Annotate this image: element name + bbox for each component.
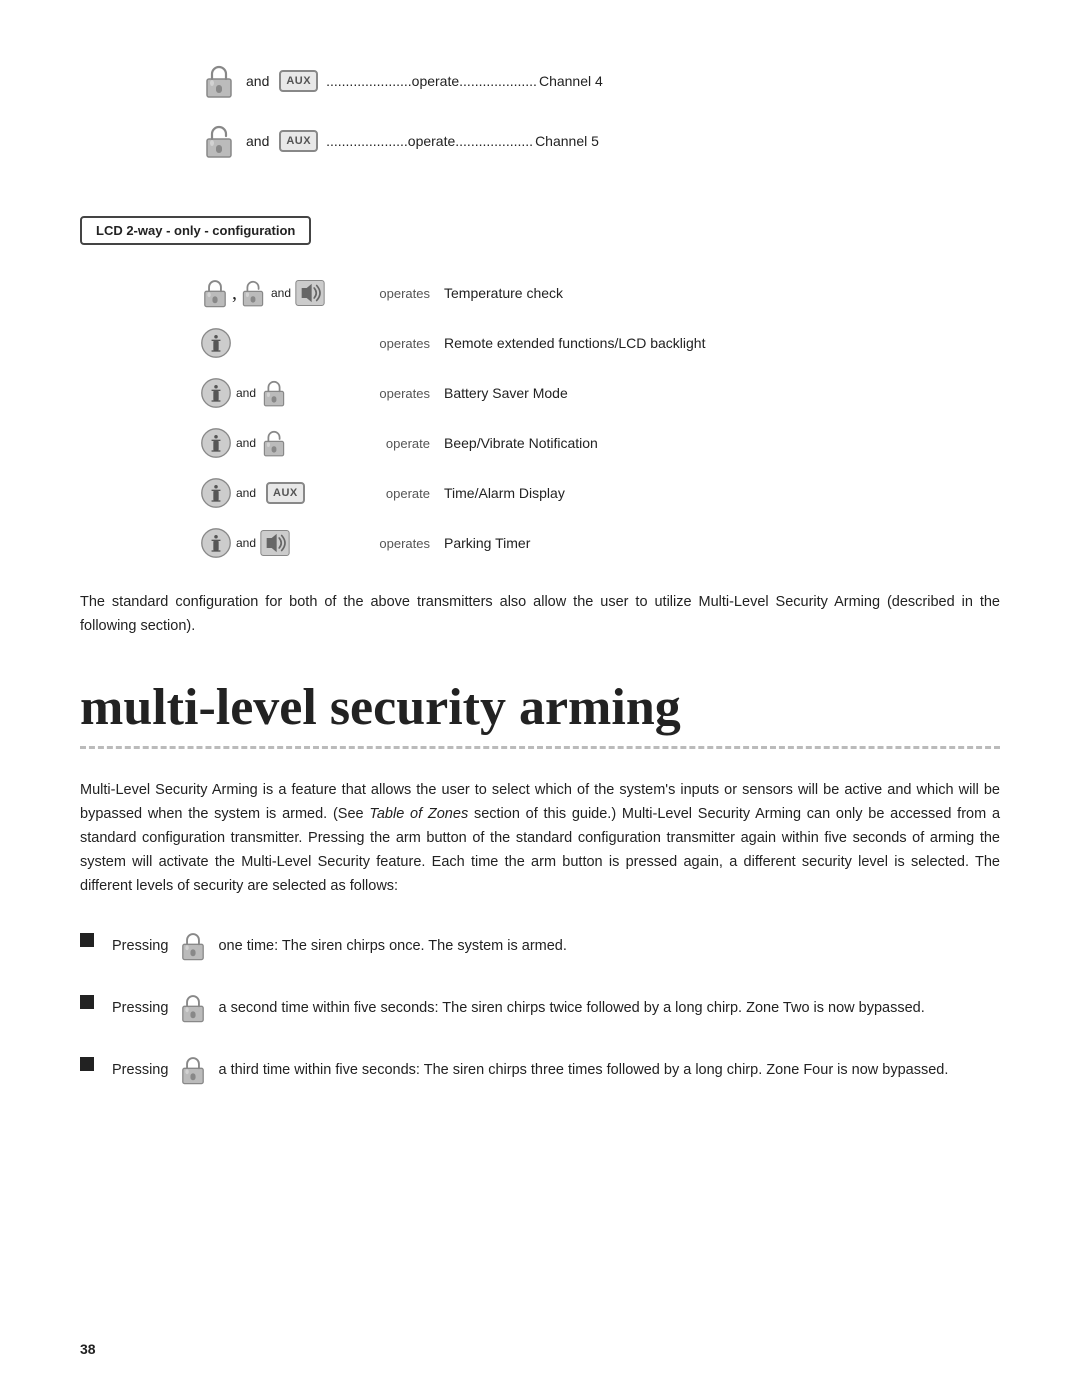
config-label-1: operates bbox=[360, 286, 430, 301]
config-table: , and operates Temperature check bbox=[200, 275, 1000, 561]
config-desc-3: Battery Saver Mode bbox=[444, 385, 568, 401]
config-desc-1: Temperature check bbox=[444, 285, 563, 301]
lock-open-icon bbox=[200, 120, 238, 162]
bullet-square-1 bbox=[80, 933, 94, 947]
config-row-3: and operates Battery Saver Mode bbox=[200, 375, 1000, 411]
config-row-2: operates Remote extended functions/LCD b… bbox=[200, 325, 1000, 361]
lock-open-icon-1 bbox=[239, 277, 267, 309]
lock-bullet-2 bbox=[178, 991, 208, 1025]
config-icons-3: and bbox=[200, 377, 360, 409]
comma-1: , bbox=[232, 282, 237, 305]
and-label-5: and bbox=[246, 133, 269, 149]
dots-5: .....................operate............… bbox=[326, 133, 533, 149]
and-label-row6: and bbox=[236, 536, 256, 550]
pressing-label-2: Pressing bbox=[112, 999, 172, 1015]
config-desc-2: Remote extended functions/LCD backlight bbox=[444, 335, 705, 351]
channel-4-label: Channel 4 bbox=[539, 73, 603, 89]
speaker-icon-6 bbox=[260, 529, 290, 557]
circle-info-icon-2 bbox=[200, 327, 232, 359]
config-icons-2 bbox=[200, 327, 360, 359]
lock-closed-icon-3 bbox=[260, 377, 288, 409]
body-text-2: Multi-Level Security Arming is a feature… bbox=[80, 779, 1000, 899]
circle-info-icon-4 bbox=[200, 427, 232, 459]
bullet-text-1: one time: The siren chirps once. The sys… bbox=[218, 937, 566, 953]
config-label-2: operates bbox=[360, 336, 430, 351]
bullet-content-3: Pressing a third time within five second… bbox=[112, 1053, 1000, 1087]
config-label-5: operate bbox=[360, 486, 430, 501]
config-row-1: , and operates Temperature check bbox=[200, 275, 1000, 311]
bullet-text-3: a third time within five seconds: The si… bbox=[218, 1061, 948, 1077]
lock-closed-icon-1 bbox=[200, 276, 230, 310]
channel-row-4: and AUX ......................operate...… bbox=[200, 60, 1000, 102]
config-desc-4: Beep/Vibrate Notification bbox=[444, 435, 598, 451]
page-content: and AUX ......................operate...… bbox=[80, 60, 1000, 1087]
bullet-list: Pressing one time: The siren chirps once… bbox=[80, 929, 1000, 1087]
config-row-4: and operate Beep/Vibrate Notification bbox=[200, 425, 1000, 461]
channel-rows: and AUX ......................operate...… bbox=[200, 60, 1000, 162]
channel-5-label: Channel 5 bbox=[535, 133, 599, 149]
config-icons-1: , and bbox=[200, 276, 360, 310]
aux-badge-row5: AUX bbox=[266, 482, 305, 504]
pressing-label-1: Pressing bbox=[112, 937, 172, 953]
bullet-item-1: Pressing one time: The siren chirps once… bbox=[80, 929, 1000, 963]
config-icons-5: and AUX bbox=[200, 477, 360, 509]
channel-row-5: and AUX .....................operate....… bbox=[200, 120, 1000, 162]
speaker-icon-1 bbox=[295, 279, 325, 307]
config-label-3: operates bbox=[360, 386, 430, 401]
and-label-row3: and bbox=[236, 386, 256, 400]
and-label-row5: and bbox=[236, 486, 256, 500]
aux-badge-4: AUX bbox=[279, 70, 318, 92]
config-desc-6: Parking Timer bbox=[444, 535, 530, 551]
config-label-4: operate bbox=[360, 436, 430, 451]
lock-bullet-1 bbox=[178, 929, 208, 963]
bullet-content-2: Pressing a second time within five secon… bbox=[112, 991, 1000, 1025]
and-label-4: and bbox=[246, 73, 269, 89]
circle-info-icon-3 bbox=[200, 377, 232, 409]
circle-info-icon-5 bbox=[200, 477, 232, 509]
body-text-1: The standard configuration for both of t… bbox=[80, 591, 1000, 639]
aux-badge-5: AUX bbox=[279, 130, 318, 152]
config-icons-4: and bbox=[200, 427, 360, 459]
bullet-square-3 bbox=[80, 1057, 94, 1071]
config-icons-6: and bbox=[200, 527, 360, 559]
lock-bullet-3 bbox=[178, 1053, 208, 1087]
pressing-label-3: Pressing bbox=[112, 1061, 172, 1077]
lock-open-icon-4 bbox=[260, 427, 288, 459]
config-row-5: and AUX operate Time/Alarm Display bbox=[200, 475, 1000, 511]
lock-closed-icon bbox=[200, 60, 238, 102]
config-row-6: and operates Parking Timer bbox=[200, 525, 1000, 561]
and-label-row1: and bbox=[271, 286, 291, 300]
config-desc-5: Time/Alarm Display bbox=[444, 485, 565, 501]
dots-4: ......................operate...........… bbox=[326, 73, 537, 89]
bullet-item-2: Pressing a second time within five secon… bbox=[80, 991, 1000, 1025]
bullet-text-2: a second time within five seconds: The s… bbox=[218, 999, 924, 1015]
lcd-box: LCD 2-way - only - configuration bbox=[80, 216, 311, 245]
circle-info-icon-6 bbox=[200, 527, 232, 559]
section-heading: multi-level security arming bbox=[80, 679, 1000, 749]
bullet-item-3: Pressing a third time within five second… bbox=[80, 1053, 1000, 1087]
bullet-square-2 bbox=[80, 995, 94, 1009]
and-label-row4: and bbox=[236, 436, 256, 450]
page-number: 38 bbox=[80, 1341, 96, 1357]
config-label-6: operates bbox=[360, 536, 430, 551]
bullet-content-1: Pressing one time: The siren chirps once… bbox=[112, 929, 1000, 963]
